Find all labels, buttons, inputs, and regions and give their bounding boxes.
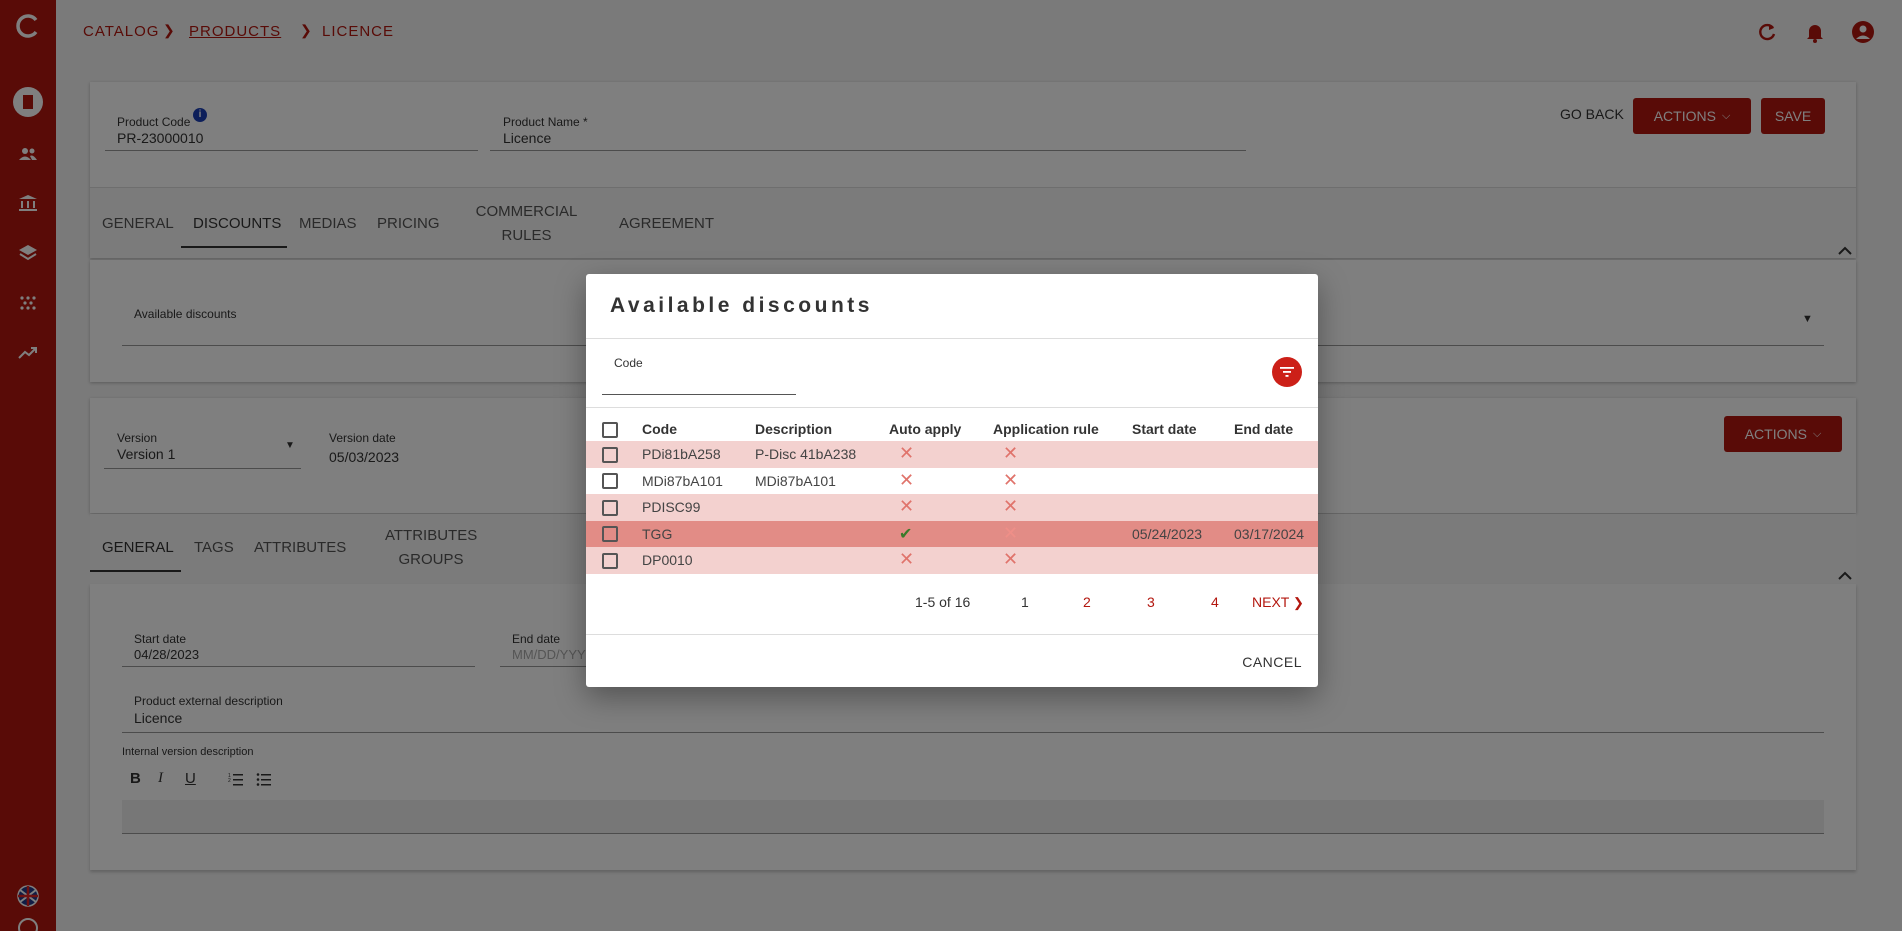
cross-icon: ✕ [899, 496, 915, 517]
cell-description [755, 547, 889, 574]
next-label: NEXT [1252, 594, 1290, 610]
cross-icon: ✕ [899, 469, 915, 490]
filter-button[interactable] [1272, 357, 1302, 387]
cell-code: PDISC99 [642, 499, 701, 516]
pagination-range: 1-5 of 16 [915, 594, 971, 610]
row-checkbox[interactable] [602, 552, 618, 569]
cell-end-date [1234, 494, 1318, 521]
column-header-description[interactable]: Description [755, 417, 889, 441]
discounts-table: Code Description Auto apply Application … [586, 417, 1318, 574]
row-checkbox[interactable] [602, 499, 618, 516]
page-1-button[interactable]: 1 [1021, 594, 1029, 610]
chevron-right-icon: ❯ [1292, 595, 1304, 610]
select-all-checkbox[interactable] [602, 421, 618, 438]
divider [586, 407, 1318, 408]
cell-end-date [1234, 547, 1318, 574]
dialog-title: Available discounts [610, 294, 873, 317]
cell-code: PDi81bA258 [642, 446, 721, 463]
cell-start-date: 05/24/2023 [1132, 525, 1203, 542]
cell-start-date [1132, 441, 1234, 468]
available-discounts-dialog: Available discounts Code Code Descriptio… [586, 274, 1318, 687]
divider [586, 338, 1318, 339]
page-3-button[interactable]: 3 [1147, 594, 1155, 610]
cell-code: TGG [642, 525, 673, 542]
cell-end-date [1234, 468, 1318, 495]
next-page-button[interactable]: NEXT ❯ [1252, 594, 1304, 611]
cell-start-date [1132, 547, 1234, 574]
column-header-start-date[interactable]: Start date [1132, 417, 1234, 441]
cell-end-date: 03/17/2024 [1234, 525, 1305, 542]
column-header-auto-apply[interactable]: Auto apply [889, 417, 993, 441]
cell-description: MDi87bA101 [755, 472, 836, 489]
cell-description [755, 494, 889, 521]
table-row[interactable]: PDISC99 ✕ ✕ [586, 494, 1318, 521]
table-row[interactable]: DP0010 ✕ ✕ [586, 547, 1318, 574]
cancel-button[interactable]: CANCEL [1242, 654, 1302, 670]
cross-icon: ✕ [899, 443, 915, 464]
cross-icon: ✕ [1003, 469, 1019, 490]
cross-icon: ✕ [1003, 496, 1019, 517]
column-header-application-rule[interactable]: Application rule [993, 417, 1132, 441]
row-checkbox[interactable] [602, 473, 618, 490]
row-checkbox[interactable] [602, 446, 618, 463]
cell-description [755, 521, 889, 548]
cross-icon: ✕ [1003, 443, 1019, 464]
column-header-end-date[interactable]: End date [1234, 417, 1318, 441]
table-row[interactable]: TGG ✔ ✕ 05/24/2023 03/17/2024 [586, 520, 1318, 548]
filter-icon [1280, 367, 1294, 377]
table-row[interactable]: MDi87bA101 MDi87bA101 ✕ ✕ [586, 467, 1318, 495]
cross-icon: ✕ [1003, 522, 1019, 543]
cross-icon: ✕ [1003, 549, 1019, 570]
check-icon: ✔ [899, 525, 913, 543]
cell-start-date [1132, 468, 1234, 495]
row-checkbox[interactable] [602, 526, 618, 543]
cross-icon: ✕ [899, 549, 915, 570]
cell-start-date [1132, 494, 1234, 521]
cell-code: MDi87bA101 [642, 472, 723, 489]
code-filter-input[interactable] [602, 394, 796, 395]
code-filter-label: Code [614, 356, 643, 370]
page-2-button[interactable]: 2 [1083, 594, 1091, 610]
table-row[interactable]: PDi81bA258 P-Disc 41bA238 ✕ ✕ [586, 441, 1318, 468]
cell-code: DP0010 [642, 552, 693, 569]
page-4-button[interactable]: 4 [1211, 594, 1219, 610]
cell-description: P-Disc 41bA238 [755, 446, 857, 463]
divider [586, 634, 1318, 635]
cell-end-date [1234, 441, 1318, 468]
column-header-code[interactable]: Code [642, 417, 755, 441]
